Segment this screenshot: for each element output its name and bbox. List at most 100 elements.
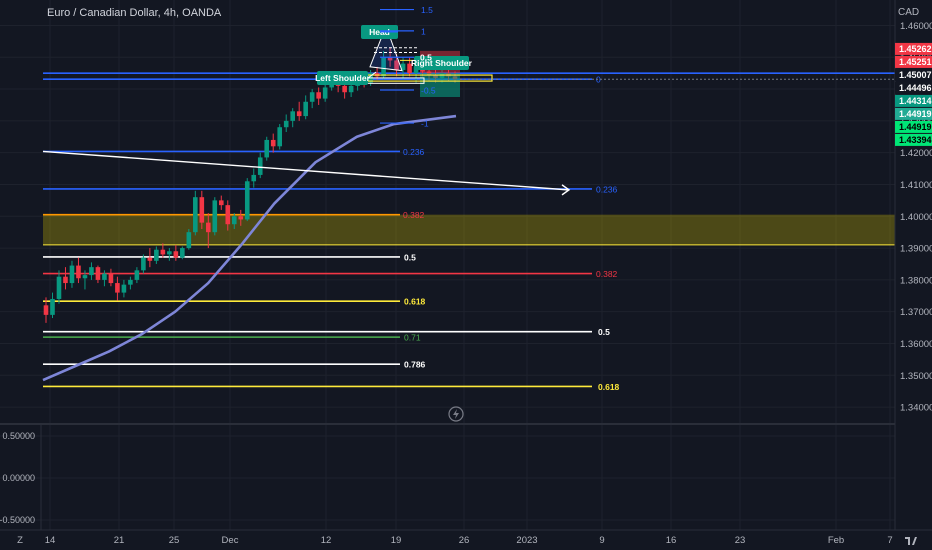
price-badge-text: 1.43394 [899,135,932,145]
candle-body [82,275,88,279]
candle [244,178,250,222]
candle-body [290,111,295,121]
candle [264,136,270,161]
price-badge: 1.45262 [895,42,932,55]
fib-zone-rect [43,214,895,245]
small-fib-label: 1.5 [421,5,433,15]
candle-body [238,216,244,220]
time-axis-label: Dec [222,535,239,546]
candle-body [89,267,94,276]
fib-level-label: 0.382 [596,269,618,279]
price-badge: 1.44919 [895,107,932,120]
fib-level-label: 0.618 [404,297,426,307]
candle-body [218,200,224,206]
price-tick-label: 1.36000 [900,339,932,350]
fib-level-label: 0.618 [598,382,620,392]
candle-body [348,85,354,93]
time-axis-label: 2023 [516,535,537,546]
time-axis-label: 16 [666,535,677,546]
candle-body [56,276,62,299]
time-axis-label: Z [17,535,23,546]
trading-chart[interactable]: 00.2360.2360.3820.50.3820.6180.50.710.78… [0,0,932,550]
candle-body [244,181,250,220]
candle-body [121,284,127,293]
time-axis-label: 21 [114,535,125,546]
candle-body [322,87,328,99]
price-badge-text: 1.44314 [899,96,932,106]
candle [277,124,283,150]
time-axis-label: 25 [169,535,180,546]
candle-body [50,298,55,315]
price-tick-label: 1.35000 [900,371,932,382]
price-tick-label: 1.34000 [900,403,932,414]
candle-body [173,251,179,258]
candle-body [167,251,172,255]
candle-body [147,257,153,261]
small-fib-label: 1 [421,26,426,36]
candle-body [115,283,120,293]
candle-body [63,276,68,284]
candle-body [296,111,302,117]
candle-body [69,265,75,284]
price-tick-label: 1.46000 [900,21,932,32]
time-axis-label: Feb [828,535,844,546]
candle-body [270,139,276,147]
candle-body [43,305,49,315]
price-badge-text: 1.45251 [899,57,932,67]
price-badge-text: 1.45007 [899,70,932,80]
price-badge-text: 1.44919 [899,109,932,119]
price-tick-label: 1.41000 [900,180,932,191]
candle-body [160,249,166,255]
price-tick-label: 1.42000 [900,148,932,159]
price-tick-label: 1.39000 [900,244,932,255]
candle-body [95,267,101,280]
candle-body [251,174,257,182]
candle-body [76,265,81,279]
candle-body [212,200,218,233]
small-fib-label: 0.5 [420,53,432,63]
osc-tick-label: 0.00000 [2,473,35,483]
candle-body [264,139,270,158]
time-axis-label: 23 [735,535,746,546]
osc-tick-label: 0.50000 [2,431,35,441]
price-badge: 1.45007 [895,68,932,81]
pattern-label-left-shoulder[interactable]: Left Shoulder [315,71,371,85]
candle [193,190,198,236]
candle-body [225,205,231,225]
candle-body [134,270,140,280]
fib-level-label: 0.236 [596,184,618,194]
candle [212,197,218,236]
tradingview-logo-icon[interactable] [903,533,921,547]
price-badge: 1.44919 [895,120,932,133]
candle-body [154,249,159,261]
time-axis-label: 26 [459,535,470,546]
price-badge-text: 1.44919 [899,122,932,132]
candle-body [193,197,198,233]
candle-body [257,157,263,175]
price-tick-label: 1.40000 [900,212,932,223]
candle [180,246,185,260]
price-badge: 1.43394 [895,133,932,146]
price-badge: 1.45251 [895,55,932,68]
time-axis-label: 14 [45,535,56,546]
time-axis-label: 7 [887,535,892,546]
chart-title: Euro / Canadian Dollar, 4h, OANDA [47,7,222,19]
price-badge-text: 1.44496 [899,83,932,93]
osc-tick-label: -0.50000 [0,515,35,525]
price-badge: 1.44496 [895,81,932,94]
price-badge-text: 1.45262 [899,44,932,54]
candle-body [309,92,315,102]
fib-level-label: 0.236 [403,147,425,157]
candle-body [231,216,237,225]
candle-body [128,279,133,285]
candle-body [186,232,192,249]
candle-body [102,273,107,280]
currency-label: CAD [898,7,919,18]
candle-body [199,197,205,223]
candle-body [141,257,146,271]
time-axis-label: 9 [599,535,604,546]
fib-level-label: 0.786 [404,360,426,370]
price-tick-label: 1.38000 [900,275,932,286]
fib-level-label: 0.71 [404,333,421,343]
fib-level-label: 0.382 [403,210,425,220]
